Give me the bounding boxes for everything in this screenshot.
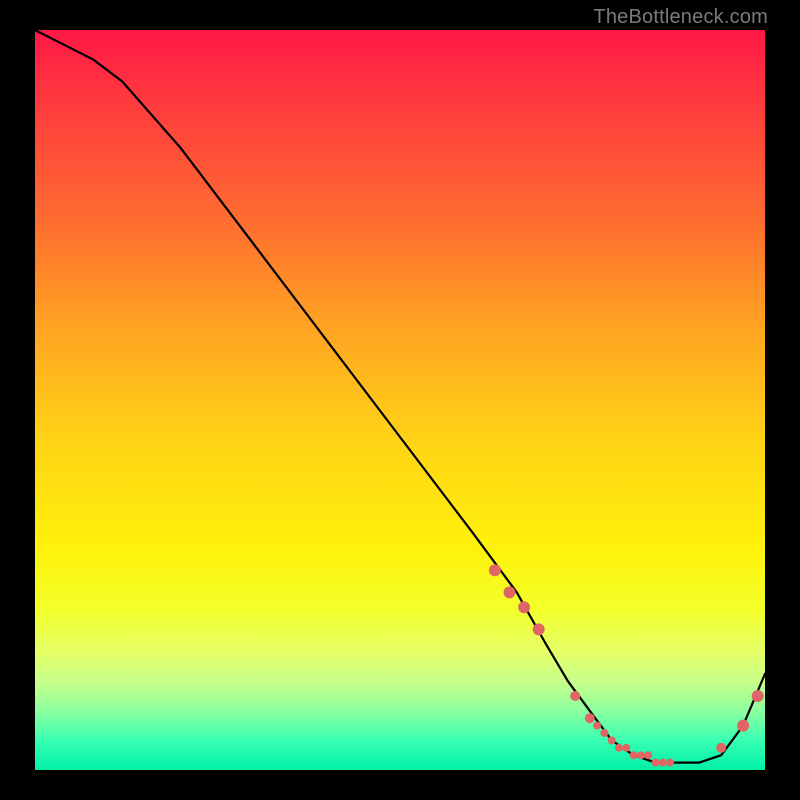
highlight-point [622, 744, 630, 752]
highlight-point [666, 759, 674, 767]
highlight-point [489, 564, 501, 576]
highlight-point [716, 743, 726, 753]
highlight-point [659, 759, 667, 767]
highlight-point [533, 623, 545, 635]
watermark-text: TheBottleneck.com [593, 6, 768, 29]
chart-stage: TheBottleneck.com [0, 0, 800, 800]
highlight-point [637, 751, 645, 759]
highlight-point [630, 751, 638, 759]
bottleneck-curve [35, 30, 765, 763]
highlight-point [600, 729, 608, 737]
highlight-point [608, 736, 616, 744]
highlight-point [585, 713, 595, 723]
highlight-point [652, 759, 660, 767]
highlight-point [593, 722, 601, 730]
highlight-point [737, 720, 749, 732]
highlight-point [644, 751, 652, 759]
curve-layer [35, 30, 765, 770]
highlight-point [518, 601, 530, 613]
highlight-point [615, 744, 623, 752]
highlight-point [752, 690, 764, 702]
highlight-point [504, 586, 516, 598]
highlight-point [570, 691, 580, 701]
plot-area [35, 30, 765, 770]
